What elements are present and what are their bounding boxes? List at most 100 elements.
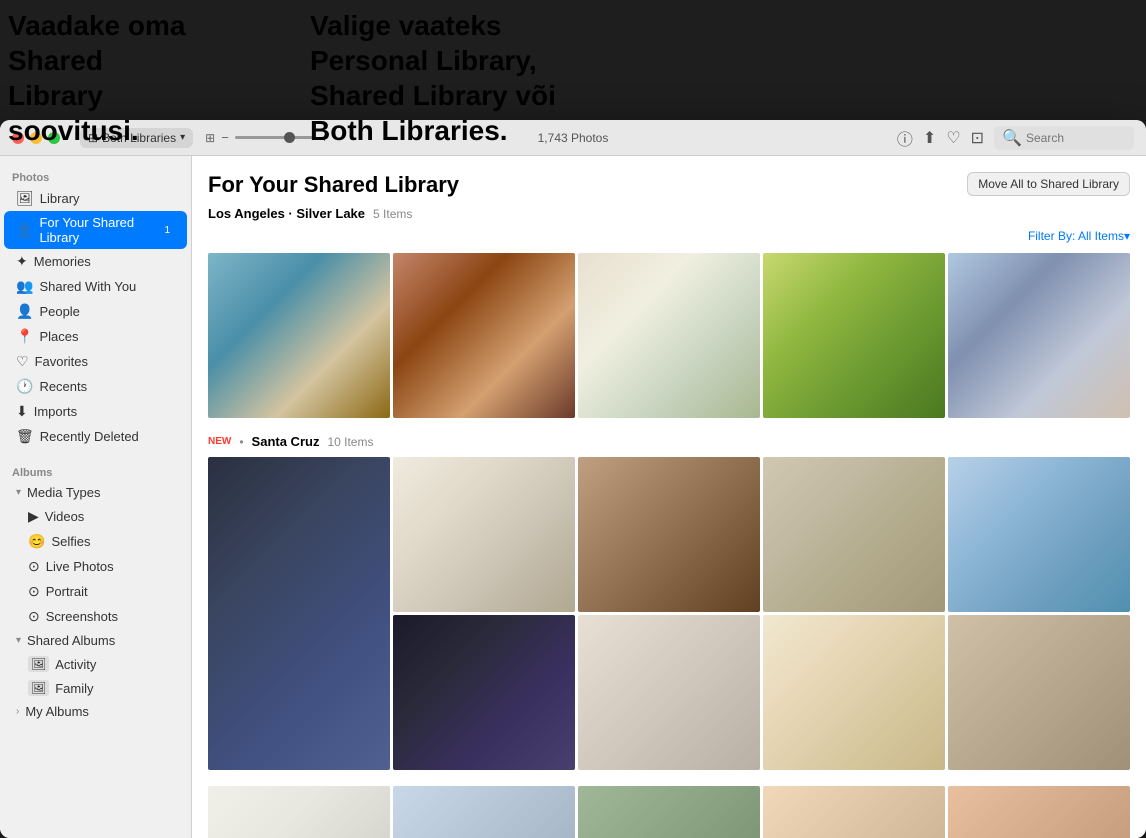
sidebar-item-memories[interactable]: ✦ Memories — [4, 249, 187, 274]
family-icon: 🖼 — [28, 680, 49, 696]
close-button[interactable] — [12, 132, 24, 144]
library-icon: ⊞ — [88, 131, 98, 145]
people-icon: 👤 — [16, 303, 33, 320]
main-window: ⊞ Both Libraries ▾ ⊞ − + 1,743 Photos ⓘ … — [0, 120, 1146, 838]
places-icon: 📍 — [16, 328, 33, 345]
share-icon[interactable]: ⬆ — [923, 128, 936, 148]
zoom-plus[interactable]: + — [321, 130, 329, 145]
photo-grid-section3 — [208, 786, 1130, 838]
photo-cell-11[interactable] — [393, 615, 575, 770]
photo-cell-15[interactable] — [208, 786, 390, 838]
zoom-slider[interactable] — [235, 136, 315, 139]
sidebar-item-activity[interactable]: 🖼 Activity — [4, 652, 187, 676]
sidebar-item-shared-with-you[interactable]: 👥 Shared With You — [4, 274, 187, 299]
filter-bar[interactable]: Filter By: All Items ▾ — [208, 229, 1130, 243]
photo-cell-13[interactable] — [763, 615, 945, 770]
sidebar-label-screenshots: Screenshots — [46, 609, 118, 624]
search-bar[interactable]: 🔍 — [994, 126, 1134, 150]
sidebar-label-favorites: Favorites — [35, 354, 88, 369]
sidebar-label-family: Family — [55, 681, 93, 696]
screenshots-icon: ⊙ — [28, 608, 40, 625]
sidebar-item-recently-deleted[interactable]: 🗑 Recently Deleted — [4, 424, 187, 449]
sidebar-item-recents[interactable]: 🕐 Recents — [4, 374, 187, 399]
sidebar-label-shared-with-you: Shared With You — [39, 279, 136, 294]
sidebar-item-live-photos[interactable]: ⊙ Live Photos — [4, 554, 187, 579]
sidebar-item-family[interactable]: 🖼 Family — [4, 676, 187, 700]
imports-icon: ⬇ — [16, 403, 28, 420]
sidebar-label-library: Library — [40, 191, 80, 206]
zoom-thumb — [284, 132, 295, 143]
fullscreen-button[interactable] — [48, 132, 60, 144]
main-content: For Your Shared Library Move All to Shar… — [192, 156, 1146, 838]
search-input[interactable] — [1026, 131, 1126, 145]
photo-cell-19[interactable] — [948, 786, 1130, 838]
sidebar-item-selfies[interactable]: 😊 Selfies — [4, 529, 187, 554]
photo-cell-10[interactable] — [948, 457, 1130, 612]
section-label-la: Los Angeles · Silver Lake 5 Items — [208, 206, 1130, 221]
sidebar-label-for-shared-library: For Your Shared Library — [39, 215, 153, 245]
sidebar-label-selfies: Selfies — [51, 534, 90, 549]
library-icon: 🖼 — [16, 190, 34, 207]
photo-grid-section2 — [208, 457, 1130, 770]
sidebar-item-shared-albums[interactable]: ▾ Shared Albums — [4, 629, 187, 652]
photo-cell-14[interactable] — [948, 615, 1130, 770]
minimize-button[interactable] — [30, 132, 42, 144]
chevron-down-icon: ▾ — [180, 132, 185, 143]
sidebar-label-shared-albums: Shared Albums — [27, 633, 115, 648]
photo-cell-1[interactable] — [208, 253, 390, 418]
titlebar: ⊞ Both Libraries ▾ ⊞ − + 1,743 Photos ⓘ … — [0, 120, 1146, 156]
memories-icon: ✦ — [16, 253, 28, 270]
library-switcher-label: Both Libraries — [102, 131, 176, 145]
section-location-sc: Santa Cruz — [252, 434, 320, 449]
sidebar-item-for-shared-library[interactable]: 👤 For Your Shared Library 1 — [4, 211, 187, 249]
favorites-icon: ♡ — [16, 353, 29, 370]
sidebar-item-library[interactable]: 🖼 Library — [4, 186, 187, 211]
section-dot: • — [239, 435, 243, 449]
chevron-down-icon-media: ▾ — [16, 487, 21, 498]
sidebar-item-portrait[interactable]: ⊙ Portrait — [4, 579, 187, 604]
sidebar-label-live-photos: Live Photos — [46, 559, 114, 574]
section-count-la: 5 Items — [373, 207, 412, 221]
toolbar: ⊞ Both Libraries ▾ ⊞ − + 1,743 Photos ⓘ … — [80, 126, 1134, 150]
sidebar-badge-for-shared-library: 1 — [159, 224, 175, 237]
sidebar-item-my-albums[interactable]: › My Albums — [4, 700, 187, 723]
library-switcher[interactable]: ⊞ Both Libraries ▾ — [80, 128, 193, 148]
photo-cell-2[interactable] — [393, 253, 575, 418]
photo-cell-17[interactable] — [578, 786, 760, 838]
photo-cell-7[interactable] — [393, 457, 575, 612]
info-icon[interactable]: ⓘ — [897, 126, 913, 150]
sidebar-label-activity: Activity — [55, 657, 96, 672]
sidebar-label-media-types: Media Types — [27, 485, 100, 500]
move-all-button[interactable]: Move All to Shared Library — [967, 172, 1130, 196]
photo-cell-9[interactable] — [763, 457, 945, 612]
search-icon: 🔍 — [1002, 128, 1022, 148]
photo-cell-4[interactable] — [763, 253, 945, 418]
sidebar-item-media-types[interactable]: ▾ Media Types — [4, 481, 187, 504]
sidebar-label-recently-deleted: Recently Deleted — [40, 429, 139, 444]
sidebar-item-imports[interactable]: ⬇ Imports — [4, 399, 187, 424]
sidebar-label-my-albums: My Albums — [25, 704, 89, 719]
zoom-minus[interactable]: − — [221, 130, 229, 145]
sidebar: Photos 🖼 Library 👤 For Your Shared Libra… — [0, 156, 192, 838]
photo-cell-16[interactable] — [393, 786, 575, 838]
photo-cell-5[interactable] — [948, 253, 1130, 418]
photo-cell-12[interactable] — [578, 615, 760, 770]
section-location-la: Los Angeles · Silver Lake — [208, 206, 365, 221]
sidebar-item-screenshots[interactable]: ⊙ Screenshots — [4, 604, 187, 629]
heart-icon[interactable]: ♡ — [946, 128, 960, 148]
rotate-icon[interactable]: ⊡ — [971, 128, 984, 148]
portrait-icon: ⊙ — [28, 583, 40, 600]
page-header: For Your Shared Library Move All to Shar… — [208, 172, 1130, 198]
sidebar-item-places[interactable]: 📍 Places — [4, 324, 187, 349]
toolbar-right: ⓘ ⬆ ♡ ⊡ 🔍 — [897, 126, 1134, 150]
photo-cell-8[interactable] — [578, 457, 760, 612]
sidebar-item-favorites[interactable]: ♡ Favorites — [4, 349, 187, 374]
photo-cell-18[interactable] — [763, 786, 945, 838]
photo-cell-3[interactable] — [578, 253, 760, 418]
photo-count: 1,743 Photos — [538, 131, 609, 145]
sidebar-item-people[interactable]: 👤 People — [4, 299, 187, 324]
selfies-icon: 😊 — [28, 533, 45, 550]
photo-cell-6[interactable] — [208, 457, 390, 770]
sidebar-item-videos[interactable]: ▶ Videos — [4, 504, 187, 529]
sidebar-label-recents: Recents — [39, 379, 87, 394]
